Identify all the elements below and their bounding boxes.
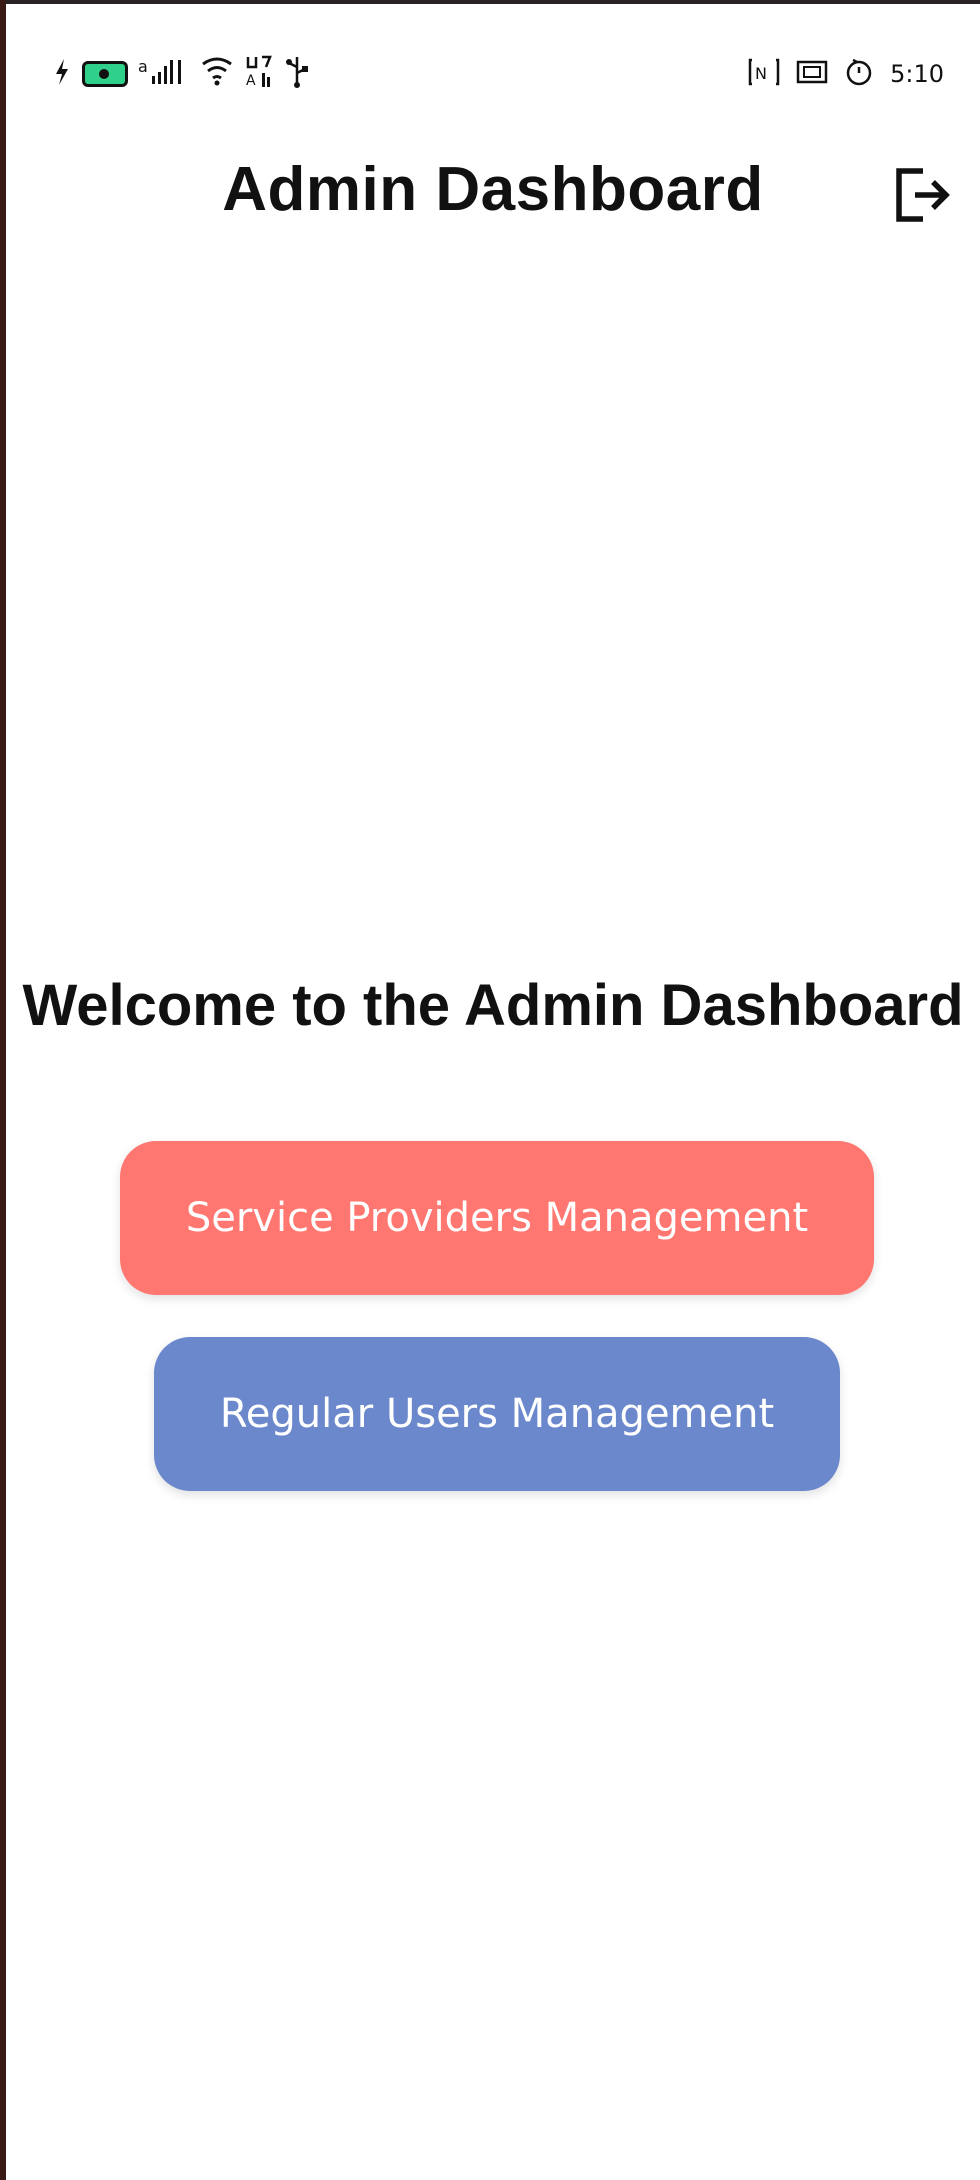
status-right-icons: N 5:10 (748, 54, 944, 94)
charging-icon (52, 57, 72, 91)
logout-icon (896, 168, 950, 222)
status-bar: a A N 5:10 (6, 4, 980, 134)
data-icon: A (244, 55, 274, 94)
vibrate-icon (796, 59, 828, 90)
nfc-icon: N (748, 57, 780, 92)
status-left-icons: a A (52, 54, 310, 94)
status-time: 5:10 (890, 60, 944, 88)
logout-button[interactable] (888, 160, 958, 230)
regular-users-management-label: Regular Users Management (219, 1391, 775, 1437)
service-providers-management-label: Service Providers Management (185, 1195, 809, 1241)
app-bar: Admin Dashboard (6, 134, 980, 254)
alarm-icon (844, 57, 874, 92)
usb-icon (284, 55, 310, 94)
welcome-heading: Welcome to the Admin Dashboard (22, 973, 964, 1038)
svg-text:A: A (246, 73, 256, 89)
svg-text:a: a (138, 57, 148, 76)
signal-icon: a (138, 56, 190, 93)
regular-users-management-button[interactable]: Regular Users Management (154, 1337, 840, 1491)
svg-text:N: N (755, 64, 767, 83)
battery-icon (82, 61, 128, 87)
wifi-icon (200, 56, 234, 93)
left-edge (0, 0, 6, 2180)
service-providers-management-button[interactable]: Service Providers Management (120, 1141, 874, 1295)
page-title: Admin Dashboard (222, 155, 764, 224)
